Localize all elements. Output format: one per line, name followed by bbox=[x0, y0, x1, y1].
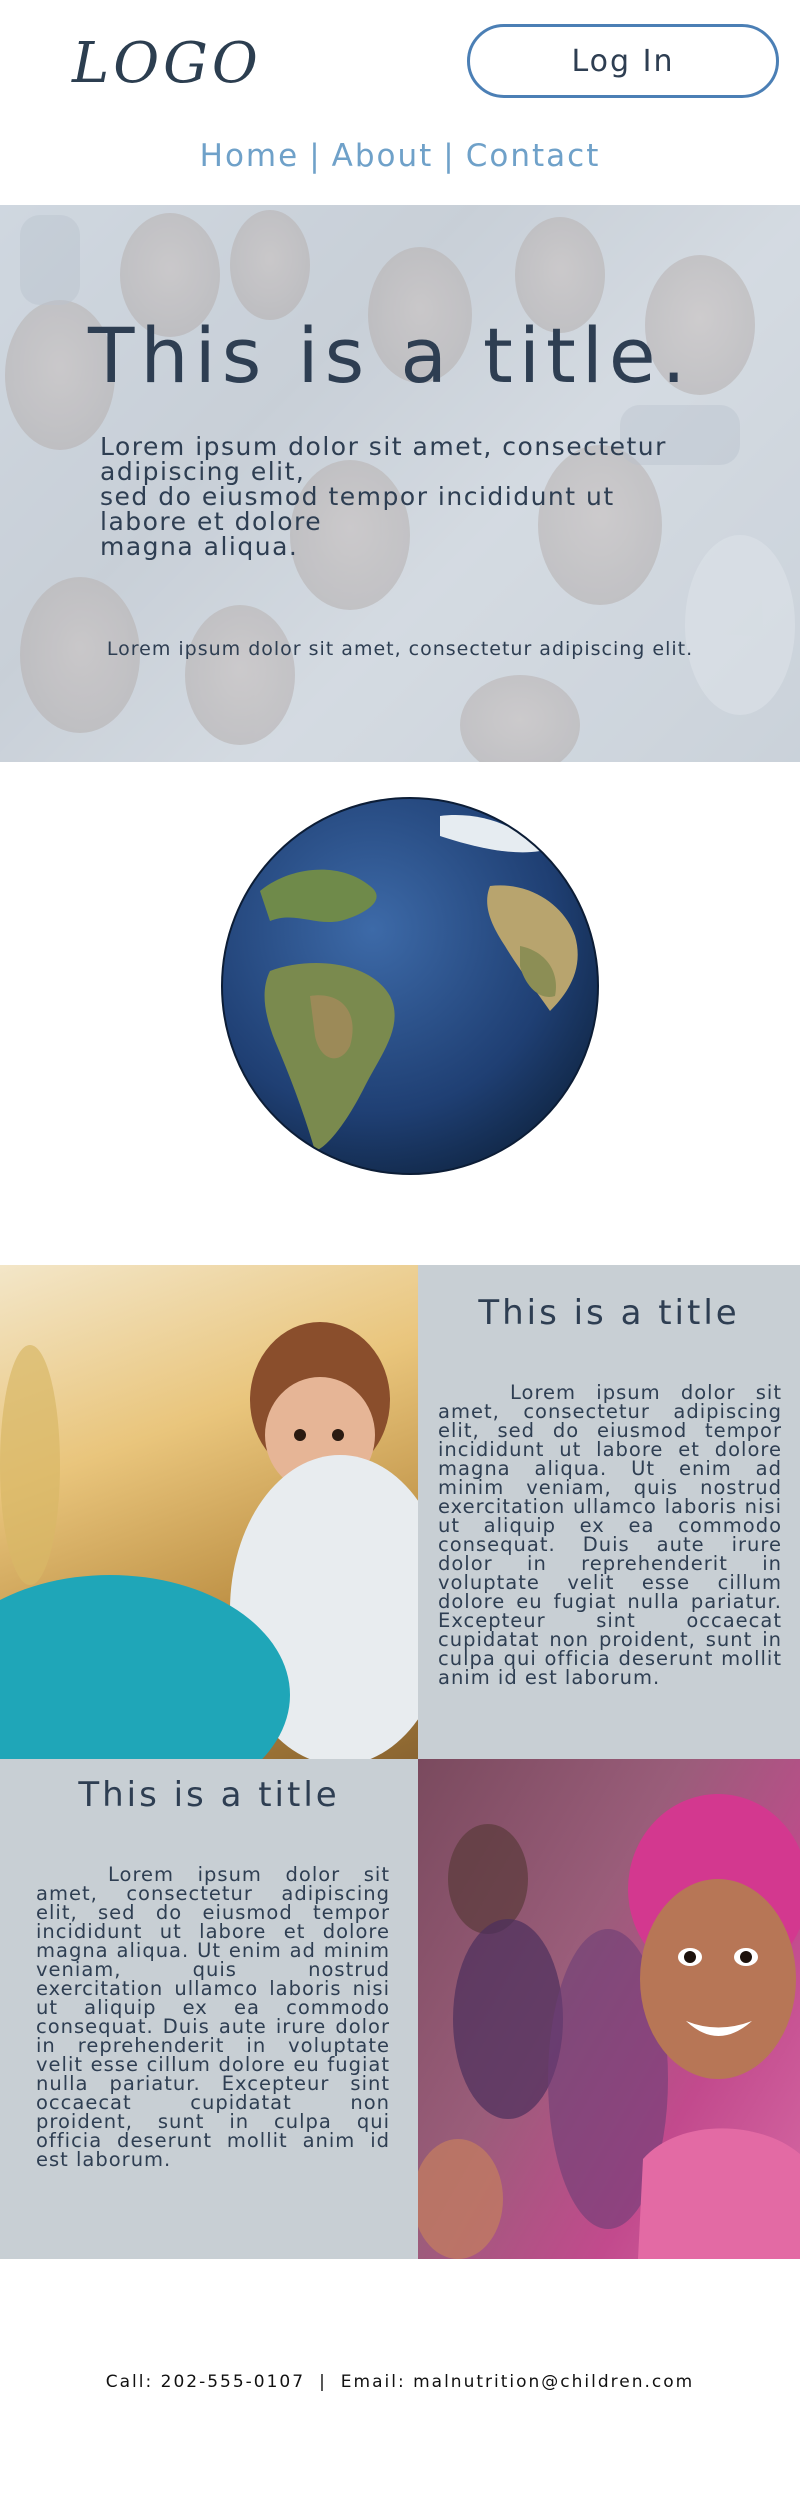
hero-title: This is a title. bbox=[88, 311, 692, 400]
logo[interactable]: LOGO bbox=[72, 34, 262, 94]
hero-body-text: Lorem ipsum dolor sit amet, consectetur … bbox=[100, 432, 667, 561]
section2-title: This is a title bbox=[78, 1775, 340, 1815]
footer-phone[interactable]: Call: 202-555-0107 bbox=[106, 2372, 305, 2392]
hero-caption: Lorem ipsum dolor sit amet, consectetur … bbox=[106, 638, 694, 660]
nav-separator: | bbox=[443, 138, 456, 174]
main-nav: Home | About | Contact bbox=[0, 136, 800, 176]
section1-panel: This is a title Lorem ipsum dolor sit am… bbox=[418, 1265, 800, 1759]
section2-body: Lorem ipsum dolor sit amet, consectetur … bbox=[36, 1863, 390, 2171]
login-button[interactable]: Log In bbox=[467, 24, 779, 98]
nav-about-link[interactable]: About bbox=[332, 138, 434, 174]
nav-contact-link[interactable]: Contact bbox=[466, 138, 601, 174]
hero-banner: This is a title. Lorem ipsum dolor sit a… bbox=[0, 205, 800, 762]
earth-globe-image bbox=[221, 797, 599, 1175]
footer-separator: | bbox=[319, 2372, 327, 2392]
section1-title: This is a title bbox=[478, 1293, 740, 1333]
section2-panel: This is a title Lorem ipsum dolor sit am… bbox=[0, 1759, 418, 2259]
nav-home-link[interactable]: Home bbox=[200, 138, 300, 174]
nav-separator: | bbox=[309, 138, 322, 174]
section1-body: Lorem ipsum dolor sit amet, consectetur … bbox=[438, 1381, 782, 1689]
footer-contact: Call: 202-555-0107 | Email: malnutrition@c… bbox=[0, 2372, 800, 2392]
footer-email[interactable]: Email: malnutrition@children.com bbox=[341, 2372, 694, 2392]
smiling-girl-photo bbox=[418, 1759, 800, 2259]
child-with-balloons-photo bbox=[0, 1265, 418, 1759]
